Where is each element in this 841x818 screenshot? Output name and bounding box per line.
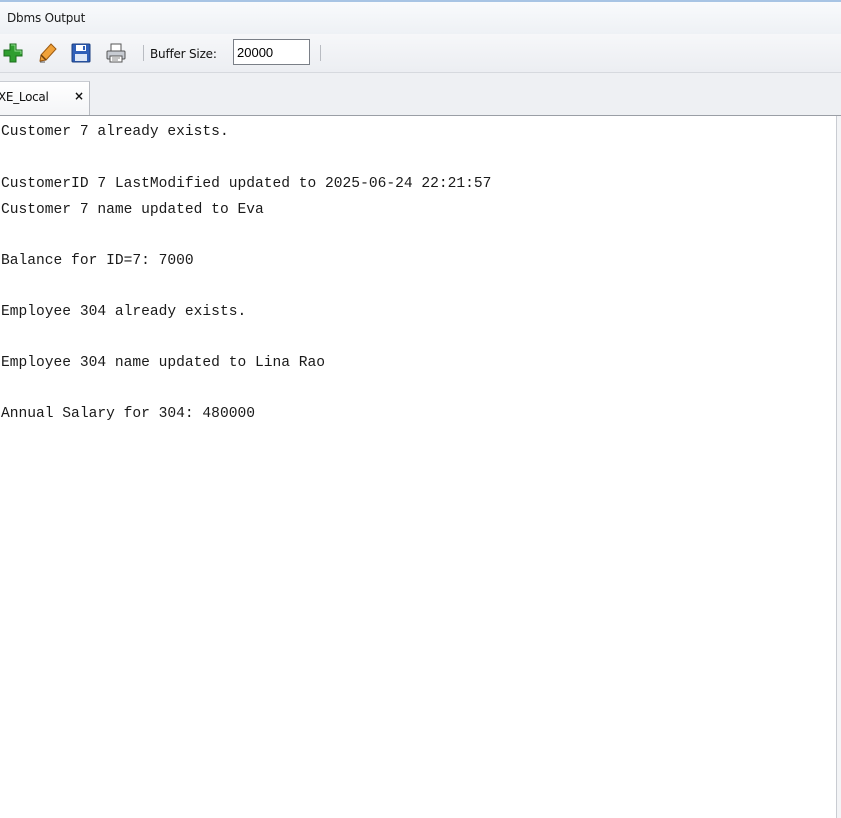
right-edge-strip [837, 116, 841, 818]
add-icon[interactable] [2, 42, 24, 64]
buffer-size-input[interactable] [233, 39, 310, 65]
panel-header: Dbms Output [0, 2, 841, 34]
output-line: Customer 7 name updated to Eva [1, 202, 264, 218]
toolbar-separator [143, 45, 144, 61]
eraser-icon[interactable] [36, 42, 58, 64]
output-line: Balance for ID=7: 7000 [1, 253, 194, 269]
output-line: Employee 304 already exists. [1, 304, 247, 320]
panel-title: Dbms Output [7, 11, 86, 25]
tab-label: XE_Local [0, 90, 49, 104]
buffer-size-label: Buffer Size: [150, 47, 217, 61]
tab-bar: XE_Local × [0, 73, 841, 116]
output-area[interactable]: Customer 7 already exists. CustomerID 7 … [0, 116, 836, 818]
toolbar: Buffer Size: [0, 34, 841, 73]
toolbar-separator [320, 45, 321, 61]
output-line: Annual Salary for 304: 480000 [1, 406, 255, 422]
close-icon[interactable]: × [74, 89, 84, 103]
tab-xe-local[interactable]: XE_Local × [0, 81, 90, 115]
output-line: Customer 7 already exists. [1, 124, 229, 140]
save-icon[interactable] [70, 42, 92, 64]
print-icon[interactable] [105, 42, 127, 64]
output-line: Employee 304 name updated to Lina Rao [1, 355, 326, 371]
output-line: CustomerID 7 LastModified updated to 202… [1, 176, 492, 192]
